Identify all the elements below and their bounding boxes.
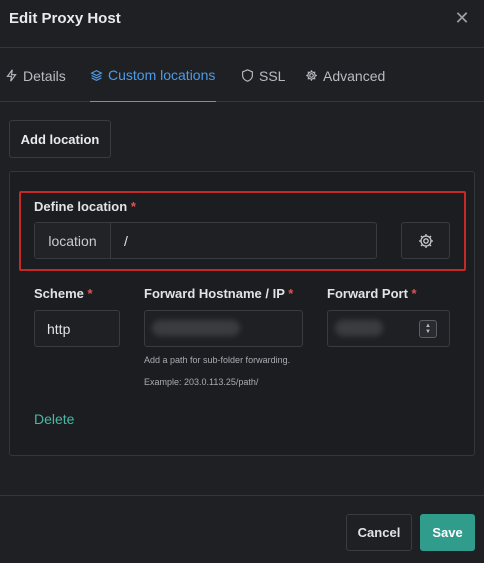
port-stepper[interactable]: ▲ ▼ — [419, 320, 437, 338]
forward-hostname-label-text: Forward Hostname / IP — [144, 286, 285, 301]
tab-bar: Details Custom locations SSL Advanced — [0, 49, 484, 102]
forward-port-label: Forward Port * — [327, 286, 417, 301]
cancel-button[interactable]: Cancel — [346, 514, 412, 551]
location-path-group: location — [34, 222, 377, 259]
location-settings-button[interactable] — [401, 222, 450, 259]
required-mark: * — [130, 199, 136, 214]
redacted-port-value — [335, 320, 383, 336]
tab-custom-locations[interactable]: Custom locations — [90, 49, 216, 102]
delete-location-link[interactable]: Delete — [34, 411, 74, 427]
save-button[interactable]: Save — [420, 514, 475, 551]
forward-example: Example: 203.0.113.25/path/ — [144, 377, 259, 387]
shield-icon — [242, 69, 253, 82]
tab-ssl[interactable]: SSL — [241, 49, 285, 102]
required-mark: * — [288, 286, 294, 301]
tab-details-label: Details — [23, 67, 66, 84]
required-mark: * — [87, 286, 93, 301]
forward-hint: Add a path for sub-folder forwarding. — [144, 355, 291, 365]
modal-header: Edit Proxy Host ✕ — [0, 0, 484, 48]
tab-ssl-label: SSL — [259, 67, 286, 84]
tab-details[interactable]: Details — [5, 49, 66, 102]
scheme-label-text: Scheme — [34, 286, 84, 301]
edit-proxy-host-modal: Edit Proxy Host ✕ Details Custom locatio… — [0, 0, 484, 563]
bolt-icon — [6, 69, 17, 82]
gear-icon — [418, 233, 433, 248]
location-prefix: location — [35, 223, 111, 258]
gear-icon — [306, 70, 317, 81]
close-icon[interactable]: ✕ — [452, 9, 472, 29]
forward-hostname-label: Forward Hostname / IP * — [144, 286, 293, 301]
layers-icon — [90, 69, 103, 81]
tab-advanced[interactable]: Advanced — [305, 49, 385, 102]
location-path-input[interactable] — [111, 223, 376, 258]
add-location-button[interactable]: Add location — [9, 120, 111, 158]
define-location-label: Define location * — [34, 199, 136, 214]
tab-advanced-label: Advanced — [323, 67, 386, 84]
tab-custom-locations-label: Custom locations — [108, 67, 216, 83]
required-mark: * — [411, 286, 417, 301]
define-location-label-text: Define location — [34, 199, 128, 214]
redacted-hostname-value — [152, 320, 240, 336]
scheme-input[interactable] — [34, 310, 120, 347]
scheme-label: Scheme * — [34, 286, 93, 301]
chevron-down-icon: ▼ — [425, 329, 431, 335]
forward-port-label-text: Forward Port — [327, 286, 408, 301]
modal-title: Edit Proxy Host — [9, 10, 121, 27]
